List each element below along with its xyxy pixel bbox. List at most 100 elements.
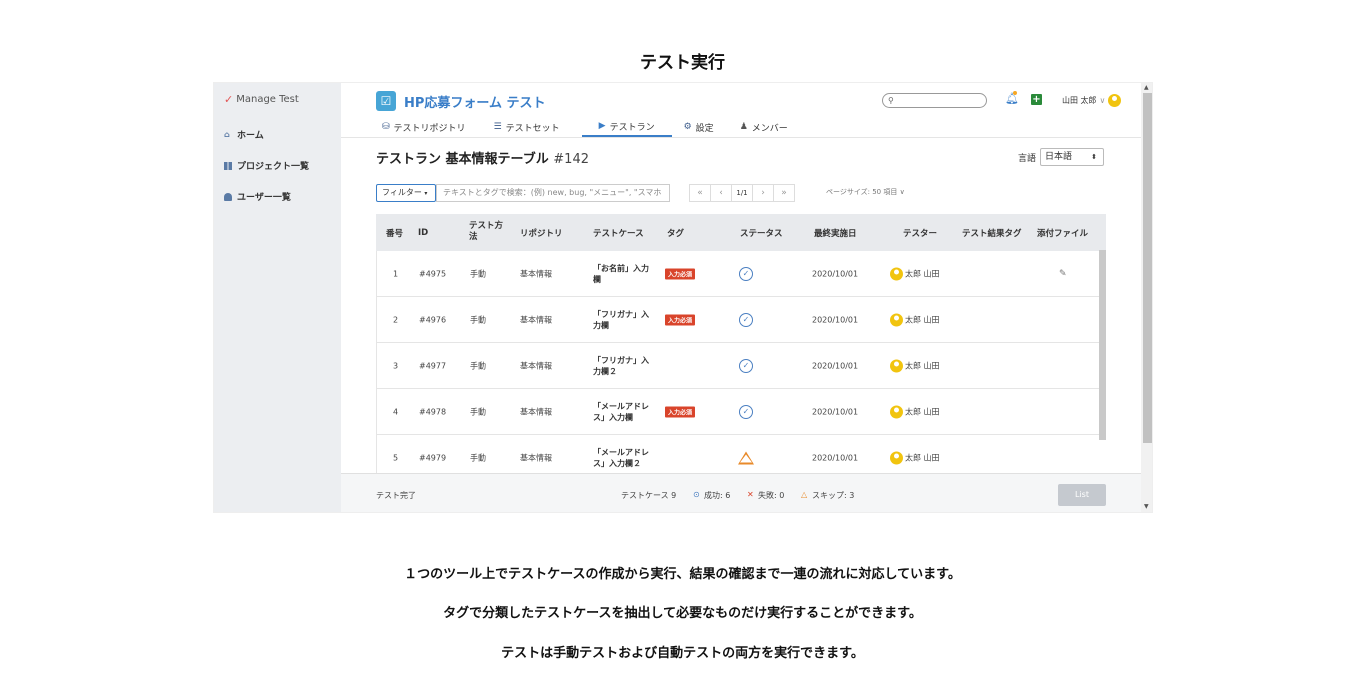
user-icon bbox=[224, 192, 232, 201]
caption-3: テストは手動テストおよび自動テストの両方を実行できます。 bbox=[501, 646, 864, 661]
check-icon: ✓ bbox=[224, 93, 234, 106]
language-select[interactable]: 日本語 ⬍ bbox=[1040, 148, 1105, 166]
sidebar-item-projects[interactable]: プロジェクト一覧 bbox=[224, 159, 309, 172]
search-input[interactable]: ⚲ bbox=[882, 93, 987, 108]
header-id: ID bbox=[418, 227, 429, 238]
language-label: 言語 bbox=[1018, 153, 1037, 164]
cell-id[interactable]: #4978 bbox=[419, 407, 446, 416]
cell-case[interactable]: 「フリガナ」入力欄２ bbox=[593, 355, 653, 377]
header-status: ステータス bbox=[740, 228, 783, 239]
header-date: 最終実施日 bbox=[814, 228, 857, 239]
cell-case[interactable]: 「お名前」入力欄 bbox=[593, 263, 653, 285]
cell-tester: 太郎 山田 bbox=[890, 267, 940, 280]
next-page-button[interactable]: › bbox=[752, 184, 774, 202]
bell-icon[interactable]: 🔔︎ bbox=[1005, 92, 1019, 105]
success-count: 成功: 6 bbox=[704, 491, 731, 500]
tab-members[interactable]: ♟ メンバー bbox=[734, 117, 794, 137]
avatar bbox=[890, 313, 903, 326]
tester-name: 太郎 山田 bbox=[905, 407, 940, 416]
filter-search-input[interactable]: テキストとタグで検索：(例) new, bug, "メニュー", "スマホ bbox=[436, 184, 670, 202]
scroll-up-icon[interactable]: ▲ bbox=[1144, 84, 1149, 91]
status-skip-icon bbox=[738, 451, 754, 464]
app-screenshot: ✓ Manage Test ⌂ ホーム プロジェクト一覧 ユーザー一覧 ☑ HP… bbox=[213, 82, 1153, 513]
testrun-table: 番号 ID テスト方法 リポジトリ テストケース タグ ステータス 最終実施日 … bbox=[376, 214, 1106, 481]
first-page-button[interactable]: « bbox=[689, 184, 711, 202]
cell-tester: 太郎 山田 bbox=[890, 451, 940, 464]
cell-id[interactable]: #4979 bbox=[419, 453, 446, 462]
tag-badge: 入力必須 bbox=[665, 268, 696, 279]
sidebar-item-users[interactable]: ユーザー一覧 bbox=[224, 190, 291, 203]
updown-icon: ⬍ bbox=[1091, 153, 1098, 161]
sidebar-item-label: ユーザー一覧 bbox=[237, 193, 291, 203]
status-success-icon: ✓ bbox=[739, 358, 753, 373]
table-scrollbar[interactable] bbox=[1099, 250, 1106, 440]
chevron-down-icon: ∨ bbox=[1099, 96, 1106, 105]
tab-label: 設定 bbox=[695, 123, 714, 134]
cell-id[interactable]: #4975 bbox=[419, 269, 446, 278]
cell-id[interactable]: #4977 bbox=[419, 361, 446, 370]
tester-name: 太郎 山田 bbox=[905, 315, 940, 324]
avatar bbox=[890, 267, 903, 280]
tester-name: 太郎 山田 bbox=[905, 453, 940, 462]
last-page-button[interactable]: » bbox=[773, 184, 795, 202]
page-size-select[interactable]: ページサイズ: 50 項目 ∨ bbox=[826, 187, 905, 197]
cell-no: 5 bbox=[393, 453, 399, 462]
table-row[interactable]: 1 #4975 手動 基本情報 「お名前」入力欄 入力必須 ✓ 2020/10/01 太郎 山田… bbox=[376, 251, 1106, 297]
avatar bbox=[1108, 94, 1122, 107]
header-tag: タグ bbox=[667, 228, 685, 239]
cell-case[interactable]: 「メールアドレス」入力欄２ bbox=[593, 447, 653, 469]
paperclip-icon[interactable]: ✎ bbox=[1059, 269, 1067, 279]
page-scrollbar[interactable]: ▲ ▼ bbox=[1141, 83, 1152, 512]
cell-no: 1 bbox=[393, 269, 399, 278]
prev-page-button[interactable]: ‹ bbox=[710, 184, 732, 202]
tab-testrun[interactable]: ▶ テストラン bbox=[581, 117, 672, 137]
caret-down-icon: ▾ bbox=[424, 190, 428, 197]
tab-settings[interactable]: ⚙ 設定 bbox=[678, 117, 720, 137]
scroll-thumb[interactable] bbox=[1143, 93, 1152, 443]
user-menu[interactable]: 山田 太郎 ∨ bbox=[1062, 94, 1122, 107]
chevron-down-icon: ∨ bbox=[899, 188, 905, 196]
success-icon: ⊙ bbox=[693, 490, 700, 499]
cell-case[interactable]: 「メールアドレス」入力欄 bbox=[593, 401, 653, 423]
table-row[interactable]: 4 #4978 手動 基本情報 「メールアドレス」入力欄 入力必須 ✓ 2020/10/01 太… bbox=[376, 389, 1106, 435]
run-number: #142 bbox=[553, 152, 589, 167]
cell-id[interactable]: #4976 bbox=[419, 315, 446, 324]
run-title-text: テストラン 基本情報テーブル bbox=[376, 152, 549, 167]
cell-method: 手動 bbox=[470, 453, 486, 462]
table-header: 番号 ID テスト方法 リポジトリ テストケース タグ ステータス 最終実施日 … bbox=[376, 214, 1106, 251]
grid-icon bbox=[224, 161, 232, 170]
scroll-down-icon[interactable]: ▼ bbox=[1144, 503, 1149, 510]
tab-testset[interactable]: ☰ テストセット bbox=[488, 117, 566, 137]
status-success-icon: ✓ bbox=[739, 404, 753, 419]
filter-button[interactable]: フィルター ▾ bbox=[376, 184, 436, 202]
sidebar-item-home[interactable]: ⌂ ホーム bbox=[224, 128, 264, 141]
home-icon: ⌂ bbox=[224, 129, 230, 139]
cell-repo: 基本情報 bbox=[520, 407, 552, 416]
cell-repo: 基本情報 bbox=[520, 361, 552, 370]
tester-name: 太郎 山田 bbox=[905, 361, 940, 370]
tab-label: テストセット bbox=[505, 123, 560, 134]
app-logo[interactable]: ✓ Manage Test bbox=[224, 93, 299, 106]
app-logo-label: Manage Test bbox=[236, 94, 299, 105]
case-count: テストケース 9 bbox=[621, 491, 677, 500]
tab-label: テストラン bbox=[609, 122, 655, 133]
cell-tester: 太郎 山田 bbox=[890, 359, 940, 372]
add-icon[interactable]: + bbox=[1031, 94, 1042, 105]
cell-date: 2020/10/01 bbox=[812, 315, 859, 324]
filter-label: フィルター bbox=[382, 188, 422, 197]
avatar bbox=[890, 405, 903, 418]
cell-tester: 太郎 山田 bbox=[890, 405, 940, 418]
table-row[interactable]: 3 #4977 手動 基本情報 「フリガナ」入力欄２ ✓ 2020/10/01 太郎 山田 bbox=[376, 343, 1106, 389]
cell-no: 2 bbox=[393, 315, 399, 324]
list-button[interactable]: List bbox=[1058, 484, 1106, 506]
cell-date: 2020/10/01 bbox=[812, 407, 859, 416]
table-row[interactable]: 2 #4976 手動 基本情報 「フリガナ」入力欄 入力必須 ✓ 2020/10/01 太郎 山… bbox=[376, 297, 1106, 343]
project-name[interactable]: HP応募フォーム テスト bbox=[404, 92, 546, 111]
cell-method: 手動 bbox=[470, 361, 486, 370]
header-attach: 添付ファイル bbox=[1037, 228, 1089, 239]
cell-date: 2020/10/01 bbox=[812, 361, 859, 370]
language-value: 日本語 bbox=[1045, 152, 1073, 162]
tab-repository[interactable]: ⛁ テストリポジトリ bbox=[376, 117, 472, 137]
skip-icon: △ bbox=[801, 490, 808, 499]
cell-case[interactable]: 「フリガナ」入力欄 bbox=[593, 309, 653, 331]
